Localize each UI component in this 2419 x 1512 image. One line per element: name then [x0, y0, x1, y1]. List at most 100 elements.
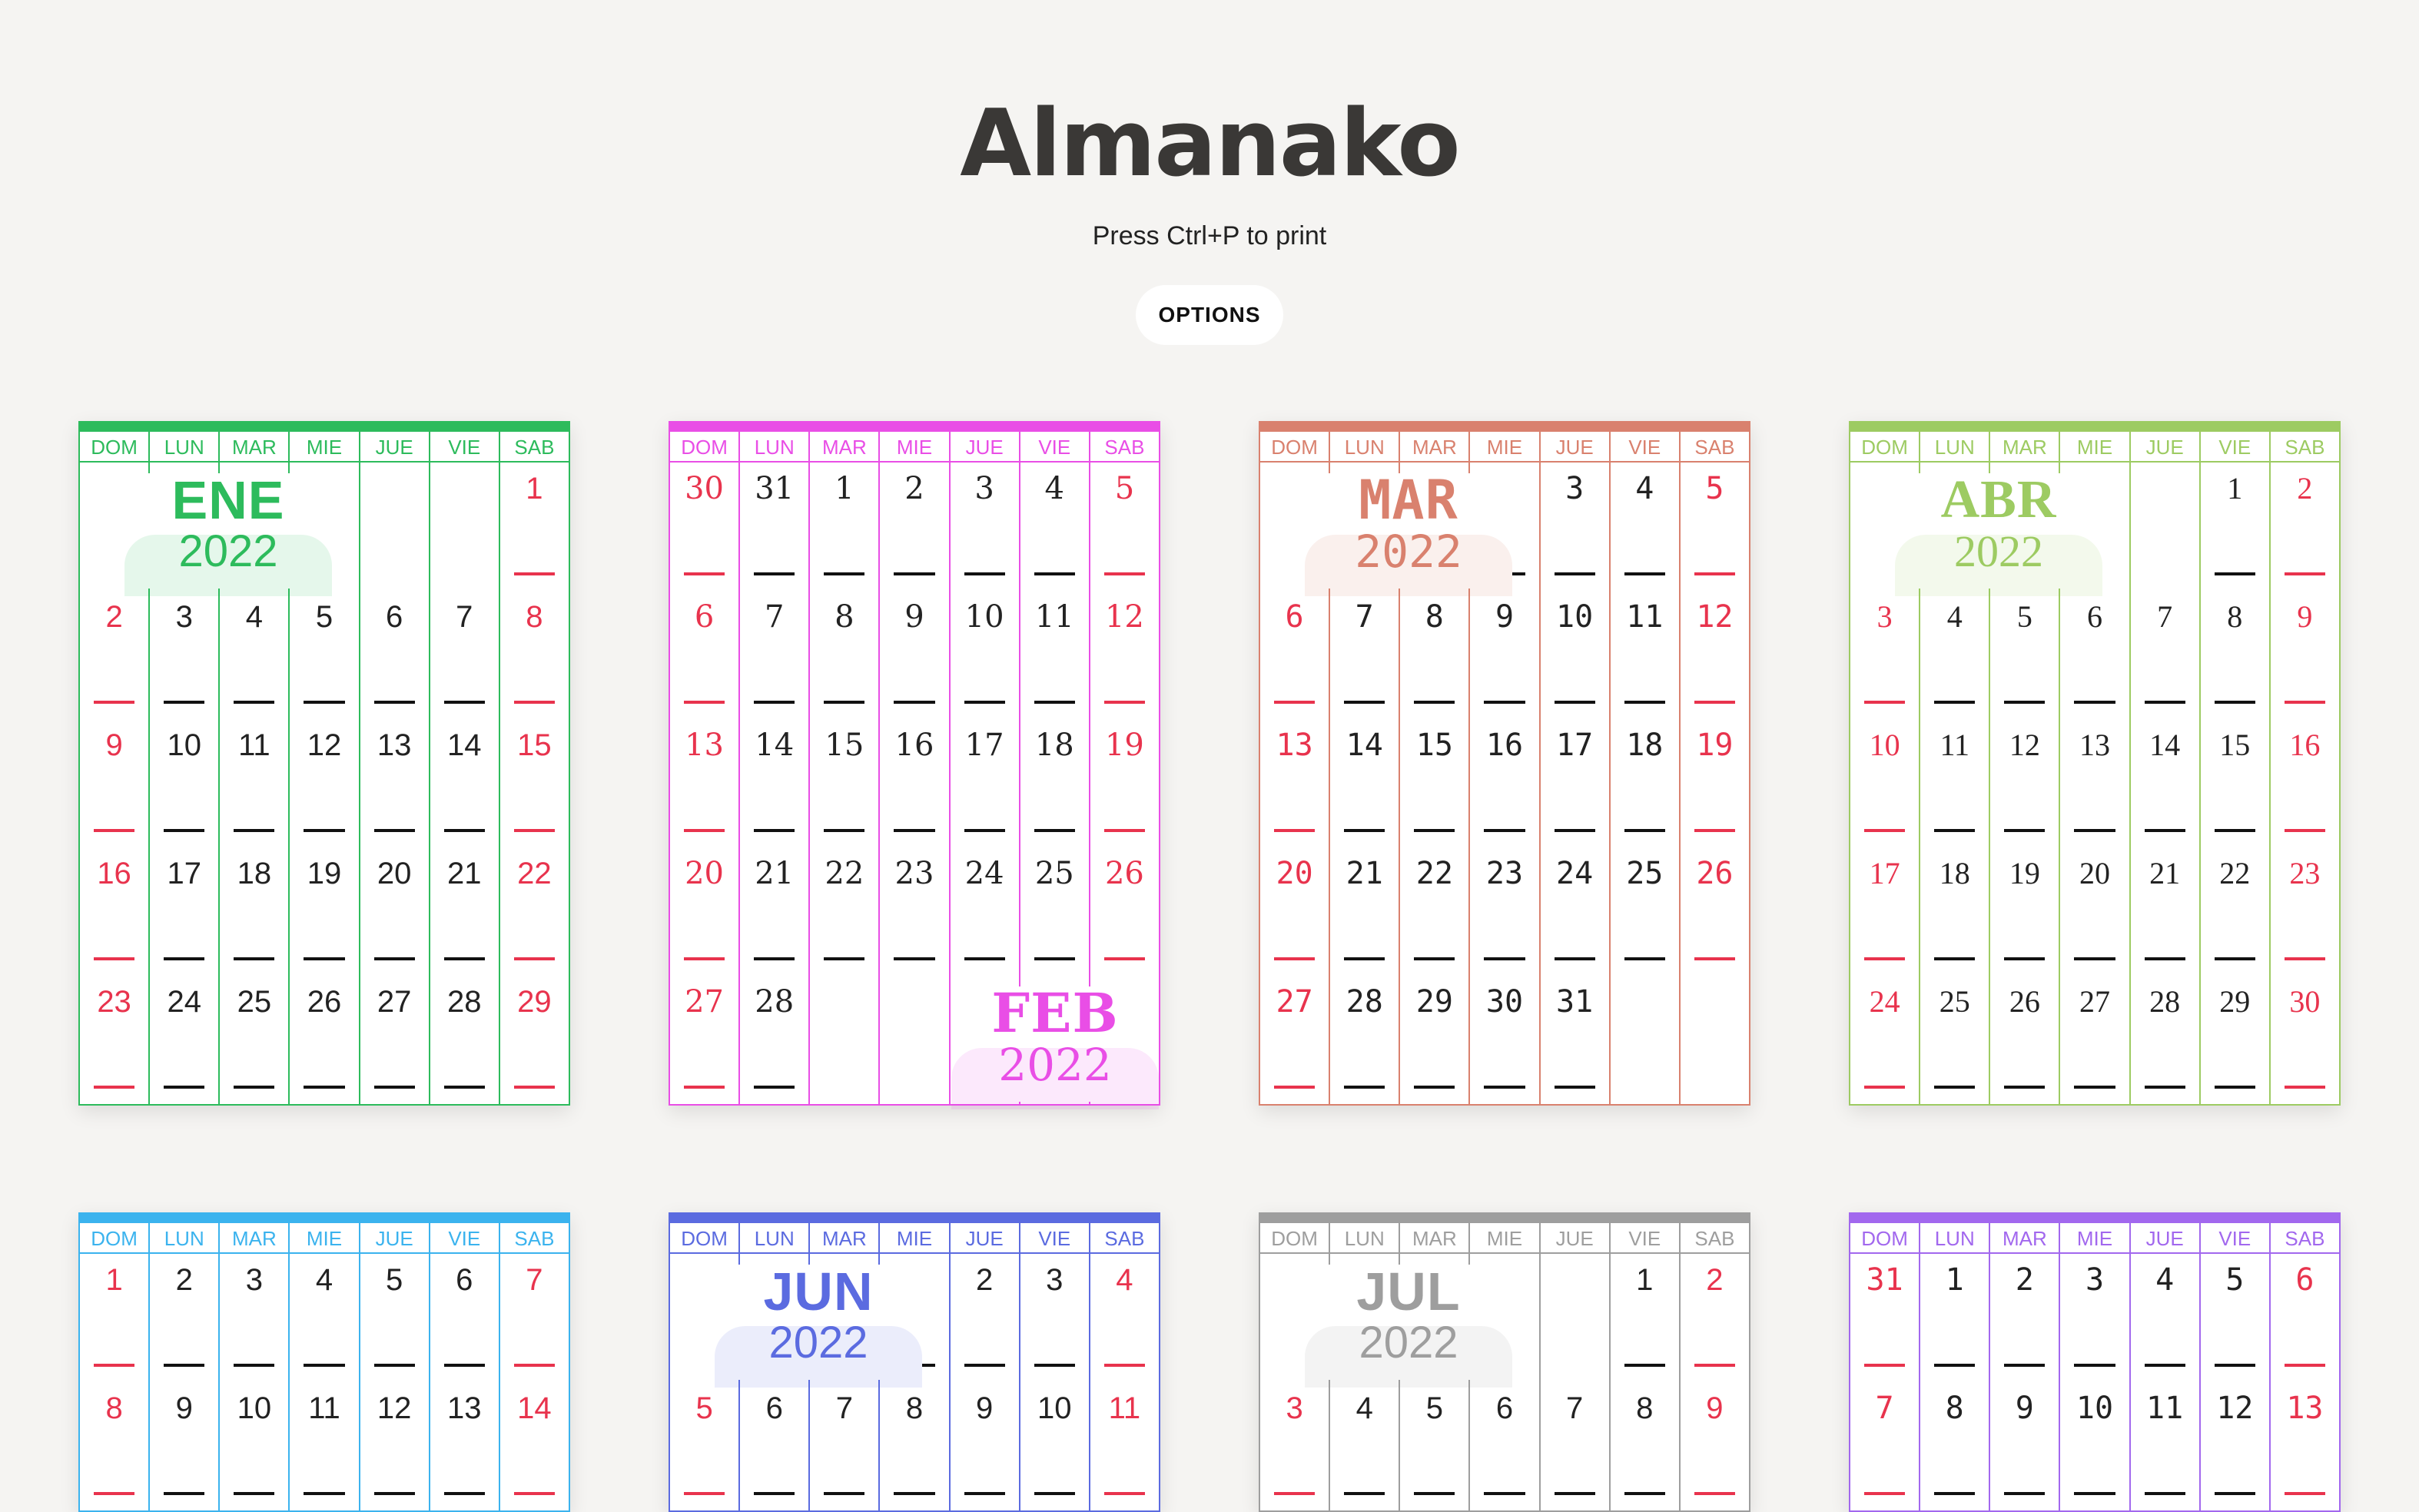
day-cell[interactable]: 8	[880, 1382, 951, 1510]
day-cell[interactable]: 2	[1681, 1254, 1749, 1382]
day-cell[interactable]: 12	[1681, 591, 1749, 719]
day-cell[interactable]: 13	[2060, 719, 2131, 847]
day-cell[interactable]: 3	[220, 1254, 290, 1382]
day-cell[interactable]: 12	[1090, 591, 1159, 719]
day-cell[interactable]: 21	[430, 847, 500, 976]
day-cell[interactable]: 12	[290, 719, 360, 847]
day-cell[interactable]: 17	[951, 719, 1020, 847]
day-cell[interactable]: 11	[1611, 591, 1681, 719]
day-cell[interactable]: 5	[2201, 1254, 2271, 1382]
day-cell[interactable]: 3	[1260, 1382, 1331, 1510]
day-cell[interactable]: 28	[430, 976, 500, 1104]
day-cell[interactable]: 29	[500, 976, 569, 1104]
day-cell[interactable]: 24	[150, 976, 221, 1104]
day-cell[interactable]: 31	[1541, 976, 1611, 1104]
day-cell[interactable]: 10	[150, 719, 221, 847]
day-cell[interactable]: 15	[2201, 719, 2271, 847]
day-cell[interactable]: 13	[430, 1382, 500, 1510]
day-cell[interactable]: 7	[1850, 1382, 1921, 1510]
day-cell[interactable]: 2	[150, 1254, 221, 1382]
day-cell[interactable]: 5	[360, 1254, 430, 1382]
day-cell[interactable]: 24	[1541, 847, 1611, 976]
day-cell[interactable]: 16	[880, 719, 951, 847]
day-cell[interactable]: 13	[360, 719, 430, 847]
day-cell[interactable]: 25	[1920, 976, 1991, 1104]
day-cell[interactable]: 23	[2271, 847, 2339, 976]
day-cell[interactable]: 1	[810, 463, 881, 591]
day-cell[interactable]: 16	[1470, 719, 1541, 847]
day-cell[interactable]: 21	[2131, 847, 2201, 976]
day-cell[interactable]: 28	[2131, 976, 2201, 1104]
day-cell[interactable]: 9	[2271, 591, 2339, 719]
day-cell[interactable]: 27	[1260, 976, 1331, 1104]
day-cell[interactable]: 22	[1400, 847, 1471, 976]
day-cell[interactable]: 27	[2060, 976, 2131, 1104]
day-cell[interactable]: 17	[150, 847, 221, 976]
day-cell[interactable]: 13	[670, 719, 741, 847]
day-cell[interactable]: 19	[1990, 847, 2061, 976]
day-cell[interactable]: 15	[810, 719, 881, 847]
day-cell[interactable]: 13	[1260, 719, 1331, 847]
day-cell[interactable]: 7	[810, 1382, 881, 1510]
day-cell[interactable]: 25	[220, 976, 290, 1104]
day-cell[interactable]: 11	[1920, 719, 1991, 847]
day-cell[interactable]: 30	[1470, 976, 1541, 1104]
day-cell[interactable]: 3	[951, 463, 1020, 591]
day-cell[interactable]: 9	[1990, 1382, 2061, 1510]
day-cell[interactable]: 6	[2060, 591, 2131, 719]
day-cell[interactable]: 14	[1330, 719, 1401, 847]
day-cell[interactable]: 8	[1611, 1382, 1681, 1510]
day-cell[interactable]: 14	[500, 1382, 569, 1510]
day-cell[interactable]: 18	[1920, 847, 1991, 976]
day-cell[interactable]: 5	[670, 1382, 741, 1510]
day-cell[interactable]: 20	[360, 847, 430, 976]
day-cell[interactable]: 4	[1611, 463, 1681, 591]
day-cell[interactable]: 8	[2201, 591, 2271, 719]
day-cell[interactable]: 18	[220, 847, 290, 976]
day-cell[interactable]: 24	[1850, 976, 1921, 1104]
day-cell[interactable]: 14	[2131, 719, 2201, 847]
day-cell[interactable]: 3	[1541, 463, 1611, 591]
day-cell[interactable]: 19	[1681, 719, 1749, 847]
day-cell[interactable]: 6	[430, 1254, 500, 1382]
day-cell[interactable]: 7	[1541, 1382, 1611, 1510]
day-cell[interactable]: 1	[500, 463, 569, 591]
day-cell[interactable]: 2	[80, 591, 151, 719]
day-cell[interactable]: 30	[670, 463, 741, 591]
day-cell[interactable]: 5	[1990, 591, 2061, 719]
day-cell[interactable]: 4	[290, 1254, 360, 1382]
day-cell[interactable]: 14	[430, 719, 500, 847]
day-cell[interactable]: 13	[2271, 1382, 2339, 1510]
day-cell[interactable]: 1	[1611, 1254, 1681, 1382]
day-cell[interactable]: 15	[500, 719, 569, 847]
day-cell[interactable]: 9	[150, 1382, 221, 1510]
day-cell[interactable]: 6	[740, 1382, 811, 1510]
day-cell[interactable]: 6	[360, 591, 430, 719]
day-cell[interactable]: 10	[1850, 719, 1921, 847]
day-cell[interactable]: 14	[740, 719, 811, 847]
options-button[interactable]: OPTIONS	[1136, 285, 1283, 345]
day-cell[interactable]: 20	[2060, 847, 2131, 976]
day-cell[interactable]: 19	[1090, 719, 1159, 847]
day-cell[interactable]: 9	[80, 719, 151, 847]
day-cell[interactable]: 28	[740, 976, 811, 1104]
day-cell[interactable]: 12	[2201, 1382, 2271, 1510]
day-cell[interactable]: 4	[2131, 1254, 2201, 1382]
day-cell[interactable]: 8	[80, 1382, 151, 1510]
day-cell[interactable]: 10	[1541, 591, 1611, 719]
day-cell[interactable]: 2	[880, 463, 951, 591]
day-cell[interactable]: 18	[1020, 719, 1090, 847]
day-cell[interactable]: 18	[1611, 719, 1681, 847]
day-cell[interactable]: 12	[360, 1382, 430, 1510]
day-cell[interactable]: 22	[2201, 847, 2271, 976]
day-cell[interactable]: 11	[2131, 1382, 2201, 1510]
day-cell[interactable]: 22	[810, 847, 881, 976]
day-cell[interactable]: 22	[500, 847, 569, 976]
day-cell[interactable]: 4	[1020, 463, 1090, 591]
day-cell[interactable]: 4	[1090, 1254, 1159, 1382]
day-cell[interactable]: 4	[220, 591, 290, 719]
day-cell[interactable]: 3	[2060, 1254, 2131, 1382]
day-cell[interactable]: 8	[500, 591, 569, 719]
day-cell[interactable]: 29	[2201, 976, 2271, 1104]
day-cell[interactable]: 7	[2131, 591, 2201, 719]
